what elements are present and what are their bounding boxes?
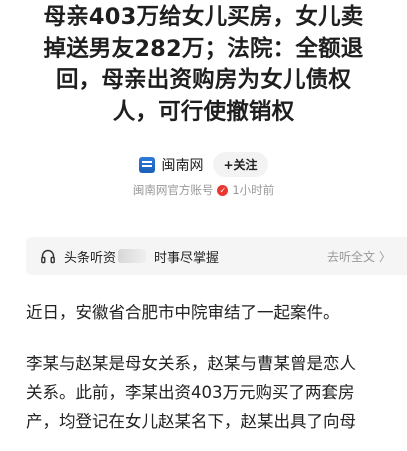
- source-link[interactable]: 闽南网: [139, 155, 203, 175]
- chevron-right-icon: 〉: [378, 250, 391, 264]
- paragraph-line: 关系。此前，李某出资403万元购买了两套房: [26, 383, 355, 402]
- article-paragraph: 李某与赵某是母女关系，赵某与曹某曾是恋人 关系。此前，李某出资403万元购买了两…: [26, 349, 407, 436]
- title-line: 掉送男友282万；法院：全额退: [43, 35, 364, 62]
- listen-full-label: 去听全文: [326, 250, 375, 264]
- headphone-icon: [41, 249, 55, 264]
- paragraph-line: 李某与赵某是母女关系，赵某与曹某曾是恋人: [26, 354, 356, 373]
- follow-button[interactable]: +关注: [213, 152, 268, 177]
- title-line: 母亲403万给女儿买房，女儿卖: [43, 4, 364, 30]
- article-paragraph: 近日，安徽省合肥市中院审结了一起案件。: [26, 298, 407, 327]
- listen-label-mask: [118, 249, 147, 263]
- publish-time: 1小时前: [232, 183, 275, 197]
- listen-label: 头条听资: [64, 250, 117, 266]
- account-type: 闽南网官方账号: [132, 183, 214, 197]
- listen-tagline: 时事尽掌握: [154, 250, 220, 266]
- title-line: 人，可行使撤销权: [112, 98, 295, 125]
- verified-badge-icon: ✓: [217, 184, 229, 196]
- article-title: 母亲403万给女儿买房，女儿卖 掉送男友282万；法院：全额退 回，母亲出资购房…: [14, 2, 393, 128]
- title-line: 回，母亲出资购房为女儿债权: [55, 67, 352, 93]
- listen-bar[interactable]: 头条听资 时事尽掌握 去听全文 〉: [26, 237, 407, 275]
- paragraph-line: 产，均登记在女儿赵某名下，赵某出具了向母: [26, 412, 356, 431]
- news-logo-icon: [139, 156, 156, 173]
- listen-full-button[interactable]: 去听全文 〉: [327, 248, 391, 265]
- source-row: 闽南网 +关注: [0, 152, 407, 177]
- source-meta: 闽南网官方账号 ✓ 1小时前: [0, 182, 407, 198]
- source-name: 闽南网: [161, 157, 204, 174]
- paragraph-line: 近日，安徽省合肥市中院审结了一起案件。: [26, 303, 340, 322]
